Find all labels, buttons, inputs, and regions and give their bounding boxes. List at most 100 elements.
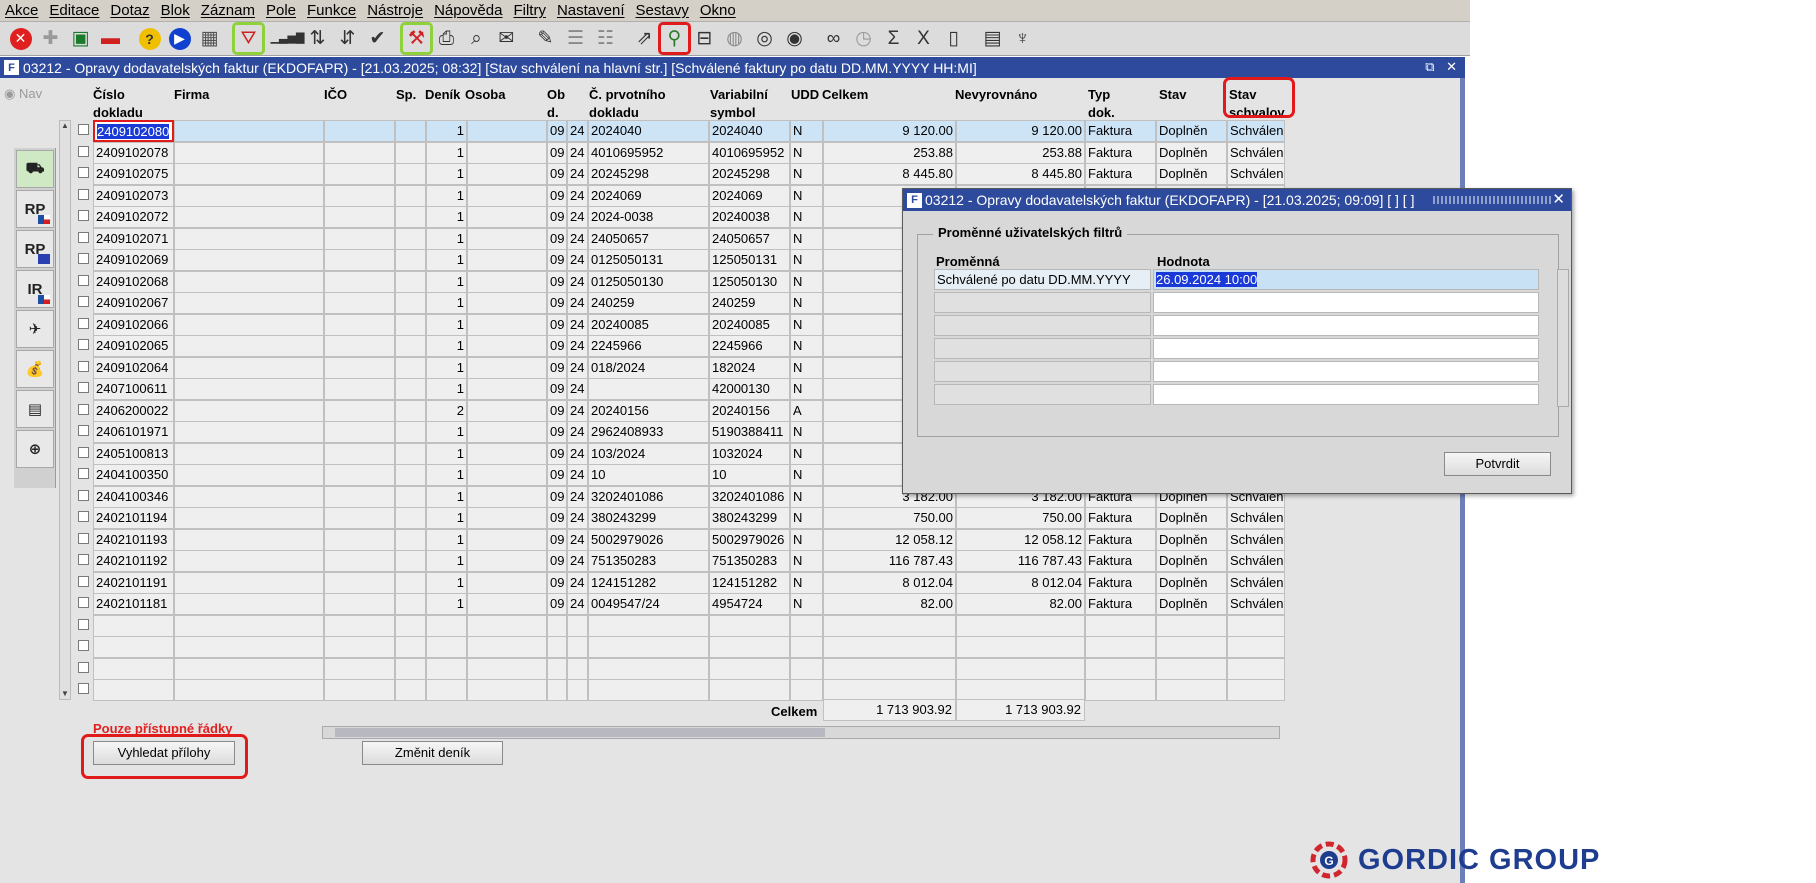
cell-denik[interactable]: 1: [426, 120, 467, 142]
row-checkbox[interactable]: [78, 360, 89, 372]
cell-sp[interactable]: [395, 657, 426, 680]
menu-item[interactable]: Funkce: [302, 2, 362, 19]
cell-prvotni[interactable]: 124151282: [588, 571, 709, 594]
cell-prvotni[interactable]: [588, 614, 709, 637]
cell-prvotni[interactable]: [588, 679, 709, 701]
cell-ob[interactable]: 09: [547, 464, 567, 486]
cell-firma[interactable]: [174, 485, 324, 508]
col-header-stav[interactable]: Stav: [1159, 86, 1186, 104]
cell-cislo[interactable]: 2409102064: [93, 356, 174, 379]
col-header-celkem[interactable]: Celkem: [822, 86, 868, 104]
wrench-icon[interactable]: ⚒: [400, 22, 433, 55]
cell-ob[interactable]: 09: [547, 550, 567, 572]
cell-nevyr[interactable]: 116 787.43: [956, 550, 1085, 572]
excel-icon[interactable]: X: [909, 24, 938, 53]
cell-cislo[interactable]: 2409102073: [93, 184, 174, 207]
vertical-scrollbar[interactable]: ▲ ▼: [59, 120, 71, 700]
cell-var[interactable]: 240259: [709, 292, 790, 314]
table-row[interactable]: 2402101191 1 09 24 124151282 124151282 N 8 012.…: [0, 571, 1290, 594]
cell-d[interactable]: 24: [567, 399, 588, 422]
eye-icon[interactable]: ◉: [780, 24, 809, 53]
cell-cislo[interactable]: 2406200022: [93, 399, 174, 422]
cell-celkem[interactable]: 82.00: [823, 593, 956, 615]
row-checkbox[interactable]: [78, 683, 89, 694]
col-header-denik[interactable]: Deník: [425, 86, 460, 104]
cell-ob[interactable]: 09: [547, 442, 567, 465]
cell-osoba[interactable]: [467, 227, 547, 250]
cell-nevyr[interactable]: 750.00: [956, 507, 1085, 529]
cell-denik[interactable]: 1: [426, 227, 467, 250]
cell-osoba[interactable]: [467, 507, 547, 529]
cell-udd[interactable]: [790, 636, 823, 658]
cell-firma[interactable]: [174, 184, 324, 207]
cell-ob[interactable]: 09: [547, 528, 567, 551]
row-checkbox[interactable]: [78, 511, 89, 522]
cell-var[interactable]: 2245966: [709, 335, 790, 357]
col-header-ico[interactable]: IČO: [324, 86, 347, 104]
cell-denik[interactable]: 1: [426, 485, 467, 508]
check-icon[interactable]: ✔: [363, 24, 392, 53]
cell-sp[interactable]: [395, 335, 426, 357]
cell-osoba[interactable]: [467, 550, 547, 572]
cell-d[interactable]: 24: [567, 249, 588, 271]
cell-typ[interactable]: [1085, 614, 1156, 637]
row-checkbox[interactable]: [78, 188, 89, 200]
tree-icon[interactable]: ♆: [1008, 24, 1037, 53]
play-icon[interactable]: ▶: [165, 24, 194, 53]
cell-prvotni[interactable]: 4010695952: [588, 141, 709, 164]
cell-osoba[interactable]: [467, 399, 547, 422]
cell-osoba[interactable]: [467, 614, 547, 637]
cell-denik[interactable]: 1: [426, 442, 467, 465]
cell-celkem[interactable]: 8 012.04: [823, 571, 956, 594]
cell-osoba[interactable]: [467, 636, 547, 658]
compass-icon[interactable]: ◎: [750, 24, 779, 53]
cell-firma[interactable]: [174, 270, 324, 293]
cell-cislo[interactable]: 2409102066: [93, 313, 174, 336]
cell-ob[interactable]: 09: [547, 356, 567, 379]
cell-var[interactable]: 24050657: [709, 227, 790, 250]
cell-stav[interactable]: Doplněn: [1156, 571, 1227, 594]
cell-ob[interactable]: 09: [547, 163, 567, 185]
cell-var[interactable]: 2024040: [709, 120, 790, 142]
row-checkbox[interactable]: [78, 554, 89, 565]
calendar-icon[interactable]: ▦: [195, 24, 224, 53]
cell-cislo[interactable]: 2409102068: [93, 270, 174, 293]
cell-denik[interactable]: 1: [426, 206, 467, 228]
cell-cislo[interactable]: [93, 657, 174, 680]
sort-desc-icon[interactable]: ⇅: [303, 24, 332, 53]
row-checkbox[interactable]: [78, 403, 89, 415]
cell-celkem[interactable]: 253.88: [823, 141, 956, 164]
col-header-prvotni[interactable]: Č. prvotního dokladu: [589, 86, 689, 122]
cell-ico[interactable]: [324, 184, 395, 207]
cell-sp[interactable]: [395, 421, 426, 443]
cell-schval[interactable]: Schváleno: [1227, 163, 1285, 185]
filter-icon[interactable]: ⛛: [232, 22, 265, 55]
row-checkbox[interactable]: [78, 124, 89, 135]
col-header-obd[interactable]: Ob d.: [547, 86, 569, 122]
table-row[interactable]: 2402101192 1 09 24 751350283 751350283 N 116 78…: [0, 550, 1290, 572]
keyboard-icon[interactable]: ▤: [978, 24, 1007, 53]
cell-ico[interactable]: [324, 679, 395, 701]
menu-item[interactable]: Pole: [261, 2, 302, 19]
cell-var[interactable]: 20245298: [709, 163, 790, 185]
cell-sp[interactable]: [395, 636, 426, 658]
cell-schval[interactable]: Schváleno: [1227, 571, 1285, 594]
cell-osoba[interactable]: [467, 464, 547, 486]
table-row[interactable]: 2402101193 1 09 24 5002979026 5002979026 N 12 0…: [0, 528, 1290, 551]
cell-celkem[interactable]: 12 058.12: [823, 528, 956, 551]
list-icon[interactable]: ☰: [561, 24, 590, 53]
cell-schval[interactable]: [1227, 657, 1285, 680]
cell-var[interactable]: 751350283: [709, 550, 790, 572]
cell-nevyr[interactable]: [956, 636, 1085, 658]
cell-d[interactable]: 24: [567, 120, 588, 142]
save-icon[interactable]: ▣: [66, 24, 95, 53]
col-header-sp[interactable]: Sp.: [396, 86, 416, 104]
cell-var[interactable]: 10: [709, 464, 790, 486]
cell-stav[interactable]: [1156, 614, 1227, 637]
cell-denik[interactable]: 1: [426, 571, 467, 594]
cell-typ[interactable]: Faktura: [1085, 507, 1156, 529]
cell-sp[interactable]: [395, 120, 426, 142]
cell-sp[interactable]: [395, 464, 426, 486]
cell-prvotni[interactable]: 2024069: [588, 184, 709, 207]
cell-d[interactable]: 24: [567, 378, 588, 400]
